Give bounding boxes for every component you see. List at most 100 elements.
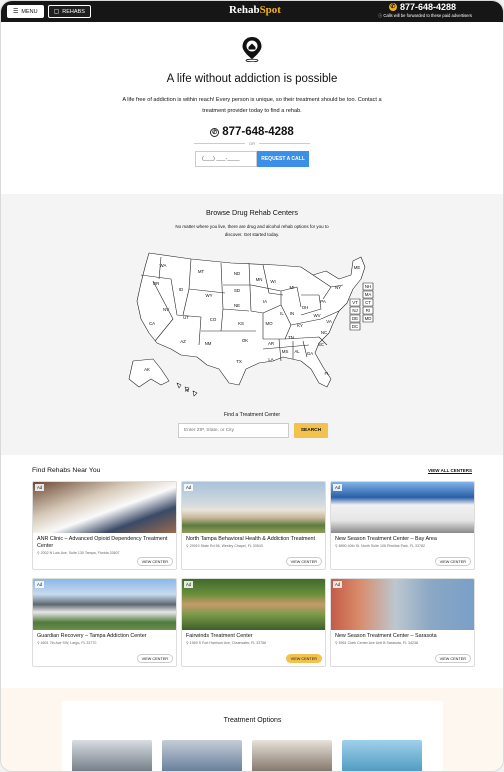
state-label-tx[interactable]: TX (236, 359, 242, 364)
search-button[interactable]: SEARCH (294, 423, 328, 438)
location-search-input[interactable]: Enter ZIP, State, or City (178, 423, 289, 438)
state-label-ma[interactable]: MA (365, 292, 372, 297)
state-label-ms[interactable]: MS (282, 349, 289, 354)
treatment-thumbnail[interactable] (72, 740, 152, 771)
state-label-il[interactable]: IL (280, 311, 284, 316)
rehab-address: ⚲ 29910 State Rd 56, Wesley Chapel, FL 3… (186, 544, 263, 548)
rehabs-label: REHABS (62, 8, 85, 15)
rehab-photo: Ad (182, 482, 325, 533)
forward-note: ⓘ Calls will be forwarded to these paid … (377, 13, 472, 18)
state-label-fl[interactable]: FL (324, 371, 330, 376)
state-label-al[interactable]: AL (294, 349, 300, 354)
state-label-vt[interactable]: VT (352, 300, 358, 305)
state-label-id[interactable]: ID (179, 287, 183, 292)
state-label-mn[interactable]: MN (256, 277, 263, 282)
state-label-nd[interactable]: ND (234, 271, 240, 276)
view-center-button[interactable]: VIEW CENTER (136, 557, 173, 566)
state-label-ca[interactable]: CA (149, 321, 155, 326)
rehabs-button[interactable]: ▢ REHABS (47, 5, 91, 18)
hero-phone-link[interactable]: ✆ 877-648-4288 (1, 126, 503, 138)
state-label-wv[interactable]: WV (313, 313, 320, 318)
state-label-ne[interactable]: NE (234, 303, 240, 308)
rehab-name: Fairwinds Treatment Center (186, 633, 253, 639)
ad-badge: Ad (35, 484, 45, 491)
treatment-thumbnail[interactable] (162, 740, 242, 771)
view-center-button[interactable]: VIEW CENTER (136, 654, 173, 663)
rehab-name: North Tampa Behavioral Health & Addictio… (186, 536, 316, 542)
state-label-wa[interactable]: WA (160, 263, 167, 268)
state-label-co[interactable]: CO (210, 317, 217, 322)
state-label-ny[interactable]: NY (335, 285, 341, 290)
rehab-address: ⚲ 4601 7th Ave SW, Largo, FL 33770 (37, 641, 97, 645)
state-label-md[interactable]: MD (365, 316, 372, 321)
rehab-card[interactable]: Ad New Season Treatment Center – Bay Are… (330, 481, 475, 570)
state-label-me[interactable]: ME (354, 265, 361, 270)
page: ☰ MENU ▢ REHABS RehabSpot ✆ 877-648-4288… (0, 0, 504, 772)
state-label-ar[interactable]: AR (268, 341, 274, 346)
ad-badge: Ad (184, 484, 194, 491)
state-label-nh[interactable]: NH (365, 284, 371, 289)
state-label-nj[interactable]: NJ (352, 308, 357, 313)
state-label-ks[interactable]: KS (238, 321, 244, 326)
request-call-button[interactable]: REQUEST A CALL (257, 151, 309, 167)
state-label-ok[interactable]: OK (242, 338, 248, 343)
state-label-ia[interactable]: IA (263, 299, 267, 304)
state-label-hi[interactable]: HI (185, 388, 189, 393)
state-label-wi[interactable]: WI (270, 279, 275, 284)
ad-badge: Ad (333, 484, 343, 491)
hero-phone-number: 877-648-4288 (222, 126, 294, 138)
state-label-ga[interactable]: GA (307, 351, 313, 356)
treatment-thumbnail[interactable] (342, 740, 422, 771)
rehab-photo: Ad (33, 482, 176, 533)
state-label-mi[interactable]: MI (290, 285, 295, 290)
menu-button[interactable]: ☰ MENU (7, 5, 44, 18)
browse-section: Browse Drug Rehab Centers No matter wher… (1, 194, 503, 455)
state-label-oh[interactable]: OH (302, 305, 309, 310)
state-label-la[interactable]: LA (268, 357, 273, 362)
state-label-de[interactable]: DE (352, 316, 358, 321)
state-label-ak[interactable]: AK (144, 367, 150, 372)
state-label-nv[interactable]: NV (163, 307, 169, 312)
view-center-button[interactable]: VIEW CENTER (285, 557, 322, 566)
state-label-nc[interactable]: NC (321, 330, 327, 335)
state-label-nm[interactable]: NM (205, 341, 212, 346)
rehab-photo: Ad (331, 579, 474, 630)
menu-label: MENU (21, 8, 38, 15)
view-center-button[interactable]: VIEW CENTER (285, 654, 322, 663)
state-label-ut[interactable]: UT (183, 315, 189, 320)
state-label-az[interactable]: AZ (180, 339, 186, 344)
state-label-mo[interactable]: MO (265, 321, 273, 326)
phone-input[interactable]: (___) ___-____ (195, 151, 257, 167)
site-logo[interactable]: RehabSpot (229, 4, 281, 16)
state-label-sd[interactable]: SD (234, 288, 240, 293)
rehab-photo: Ad (331, 482, 474, 533)
state-label-pa[interactable]: PA (320, 299, 326, 304)
view-center-button[interactable]: VIEW CENTER (434, 654, 471, 663)
find-center-label: Find a Treatment Center (223, 412, 281, 418)
treatment-thumbnail[interactable] (252, 740, 332, 771)
state-label-ct[interactable]: CT (365, 300, 371, 305)
rehab-card[interactable]: Ad Guardian Recovery – Tampa Addiction C… (32, 578, 177, 667)
header-phone-link[interactable]: ✆ 877-648-4288 (388, 2, 456, 12)
state-label-tn[interactable]: TN (288, 335, 294, 340)
us-states-map[interactable]: WA OR CA ID NV AZ MT WY UT CO NM TX ND SD NE KS OK MN IA MO… (1, 245, 504, 405)
state-label-mt[interactable]: MT (198, 269, 205, 274)
state-label-or[interactable]: OR (153, 281, 160, 286)
view-center-button[interactable]: VIEW CENTER (434, 557, 471, 566)
state-label-dc[interactable]: DC (352, 324, 358, 329)
rehab-photo: Ad (33, 579, 176, 630)
browse-title: Browse Drug Rehab Centers (206, 208, 298, 217)
treatment-section: Treatment Options (1, 688, 503, 771)
state-label-wy[interactable]: WY (205, 293, 212, 298)
state-label-sc[interactable]: SC (318, 342, 324, 347)
rehab-card[interactable]: Ad ANR Clinic – Advanced Opioid Dependen… (32, 481, 177, 570)
state-label-ri[interactable]: RI (366, 308, 370, 313)
state-label-va[interactable]: VA (326, 319, 332, 324)
state-label-in[interactable]: IN (290, 311, 294, 316)
rehab-card[interactable]: Ad North Tampa Behavioral Health & Addic… (181, 481, 326, 570)
hero-body: A life free of addiction is within reach… (122, 97, 382, 114)
state-label-ky[interactable]: KY (297, 323, 303, 328)
view-all-centers-link[interactable]: VIEW ALL CENTERS (427, 468, 472, 474)
rehab-card[interactable]: Ad New Season Treatment Center – Sarasot… (330, 578, 475, 667)
rehab-card[interactable]: Ad Fairwinds Treatment Center ⚲ 1569 S F… (181, 578, 326, 667)
